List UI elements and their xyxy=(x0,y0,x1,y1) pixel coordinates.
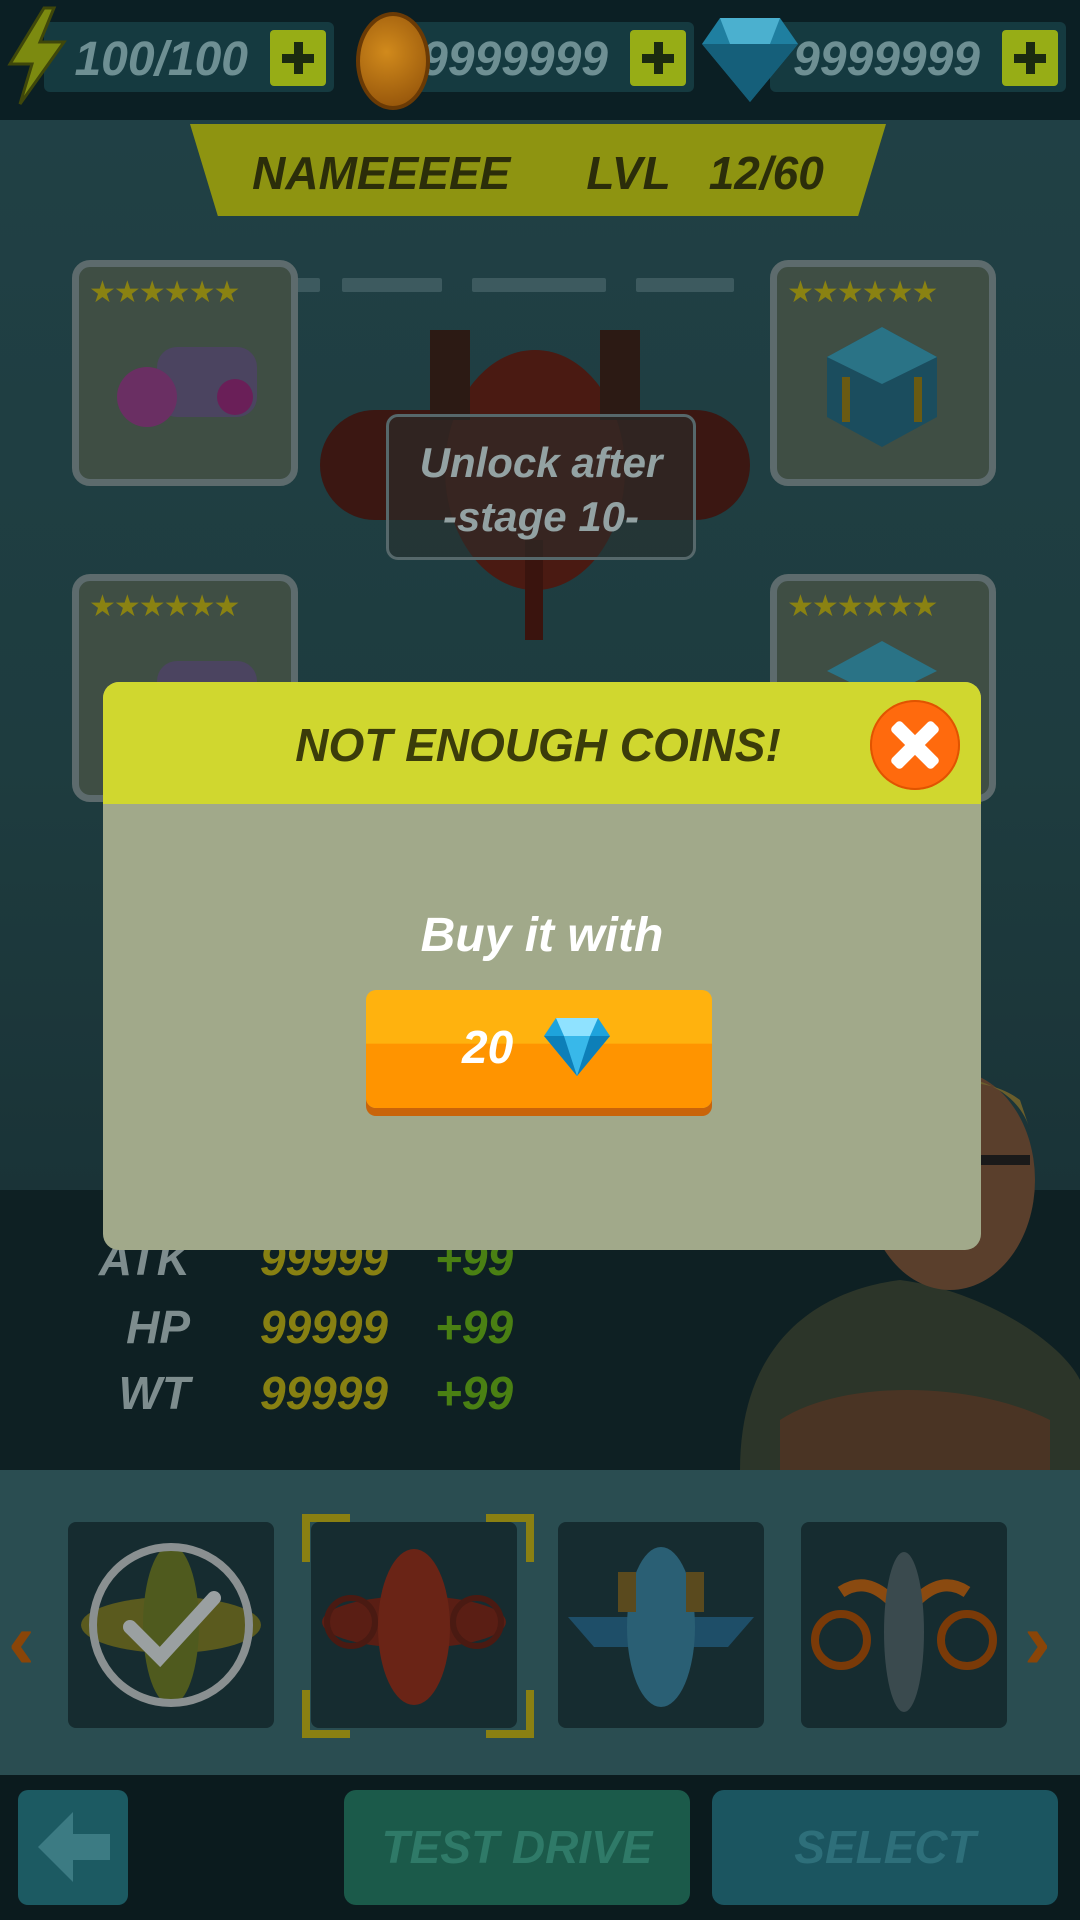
plane-thumbnail xyxy=(811,1552,997,1712)
star-rating: ★★★★★★ xyxy=(89,276,240,309)
selection-bracket xyxy=(302,1514,350,1562)
buy-with-gems-button[interactable]: 20 xyxy=(366,990,712,1108)
energy-bolt-icon xyxy=(7,6,67,105)
selection-bracket xyxy=(486,1690,534,1738)
armor-cube-icon xyxy=(827,327,937,447)
plane-card-1[interactable] xyxy=(68,1522,274,1728)
carousel-next-arrow[interactable]: › xyxy=(1024,1595,1051,1687)
unlock-line-1: Unlock after xyxy=(419,439,663,486)
stat-value: 99999 xyxy=(260,1301,388,1353)
add-gems-button[interactable] xyxy=(1002,30,1058,86)
star-rating: ★★★★★★ xyxy=(787,590,938,623)
gem-icon xyxy=(702,18,798,102)
buy-message: Buy it with xyxy=(420,909,664,962)
gem-value: 9999999 xyxy=(793,33,980,86)
level-label: LVL xyxy=(586,147,671,199)
back-arrow-icon xyxy=(38,1812,110,1882)
stat-value: 99999 xyxy=(260,1367,388,1419)
star-rating: ★★★★★★ xyxy=(89,590,240,623)
close-icon[interactable] xyxy=(870,700,960,790)
coin-value: 9999999 xyxy=(421,33,608,86)
coin-icon xyxy=(356,12,430,110)
rail-segment xyxy=(472,278,606,292)
star-rating: ★★★★★★ xyxy=(787,276,938,309)
armor-slot-top-right[interactable]: ★★★★★★ xyxy=(770,260,996,486)
cannon-icon xyxy=(117,347,257,427)
coin-counter: 9999999 xyxy=(400,22,694,92)
dialog-header: NOT ENOUGH COINS! xyxy=(103,682,981,804)
select-button[interactable]: SELECT xyxy=(712,1790,1058,1905)
plane-thumbnail xyxy=(81,1543,261,1707)
dialog-title: NOT ENOUGH COINS! xyxy=(295,719,781,771)
back-button[interactable] xyxy=(18,1790,128,1905)
test-drive-button[interactable]: TEST DRIVE xyxy=(344,1790,690,1905)
energy-counter: 100/100 xyxy=(44,22,334,92)
selection-bracket xyxy=(302,1690,350,1738)
carousel-prev-arrow[interactable]: ‹ xyxy=(8,1595,35,1687)
gem-price: 20 xyxy=(462,1021,514,1073)
rail-segment xyxy=(342,278,442,292)
pilot-name: NAMEEEEE xyxy=(252,147,511,199)
gem-icon xyxy=(544,1018,610,1076)
stat-label: WT xyxy=(118,1367,190,1419)
stat-label: HP xyxy=(126,1301,190,1353)
unlock-line-2: -stage 10- xyxy=(442,493,640,540)
gem-counter: 9999999 xyxy=(770,22,1066,92)
pilot-name-banner: NAMEEEEE LVL 12/60 xyxy=(190,124,886,216)
plane-thumbnail xyxy=(568,1547,754,1707)
plane-card-3[interactable] xyxy=(558,1522,764,1728)
not-enough-coins-dialog: NOT ENOUGH COINS! xyxy=(103,682,981,1250)
unlock-requirement-box: Unlock after -stage 10- xyxy=(386,414,696,560)
stat-bonus: +99 xyxy=(435,1367,514,1419)
level-value: 12/60 xyxy=(708,147,824,199)
selection-bracket xyxy=(486,1514,534,1562)
rail-segment xyxy=(636,278,734,292)
stat-bonus: +99 xyxy=(435,1301,514,1353)
energy-value: 100/100 xyxy=(74,33,248,86)
add-energy-button[interactable] xyxy=(270,30,326,86)
weapon-slot-top-left[interactable]: ★★★★★★ xyxy=(72,260,298,486)
add-coins-button[interactable] xyxy=(630,30,686,86)
plane-card-4[interactable] xyxy=(801,1522,1007,1728)
